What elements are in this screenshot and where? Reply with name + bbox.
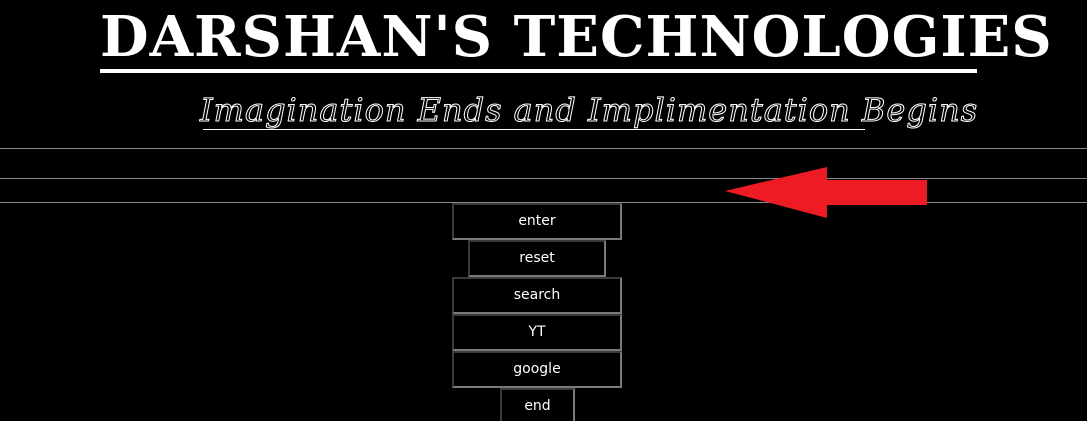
title-underline <box>100 69 977 73</box>
end-button[interactable]: end <box>500 388 575 421</box>
search-button[interactable]: search <box>452 277 622 314</box>
arrow-left-icon <box>725 167 927 218</box>
divider-top <box>0 148 1087 149</box>
site-title: DARSHAN'S TECHNOLOGIES <box>100 4 1053 70</box>
site-tagline: Imagination Ends and Implimentation Begi… <box>200 91 979 130</box>
yt-button[interactable]: YT <box>452 314 622 351</box>
reset-button[interactable]: reset <box>468 240 606 277</box>
tagline-underline <box>203 129 865 130</box>
enter-button[interactable]: enter <box>452 203 622 240</box>
google-button[interactable]: google <box>452 351 622 388</box>
